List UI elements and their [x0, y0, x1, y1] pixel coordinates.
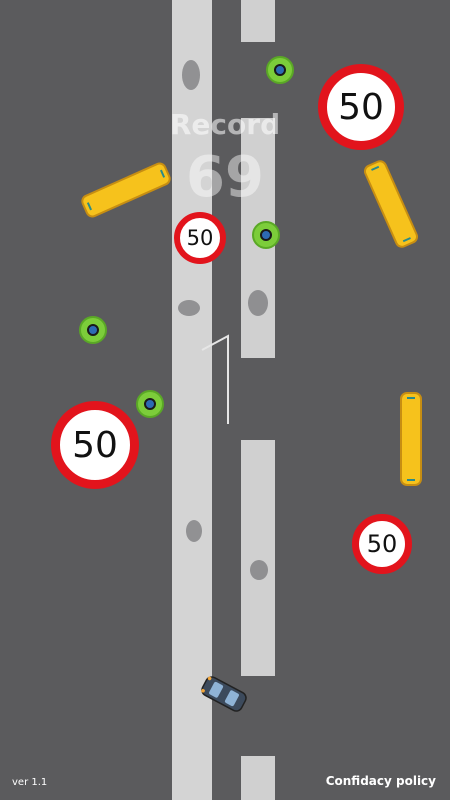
sign-text: 50: [366, 530, 398, 558]
sign-text: 50: [186, 226, 214, 250]
bonus-coin-icon: [252, 221, 280, 249]
bonus-coin-icon: [79, 316, 107, 344]
privacy-policy-link[interactable]: Confidacy policy: [326, 774, 436, 788]
speed-limit-sign: 50: [318, 64, 404, 150]
player-car[interactable]: [196, 672, 252, 716]
game-canvas[interactable]: Record 69 50 50 50 50 ver 1.1 Confidacy …: [0, 0, 450, 800]
sign-text: 50: [72, 424, 118, 466]
record-value: 69: [186, 145, 264, 210]
sign-text: 50: [338, 86, 384, 128]
version-label: ver 1.1: [12, 777, 48, 788]
record-label: Record: [169, 108, 281, 141]
speed-limit-sign: 50: [352, 514, 412, 574]
speed-limit-sign: 50: [174, 212, 226, 264]
speed-limit-sign: 50: [51, 401, 139, 489]
bonus-coin-icon: [136, 390, 164, 418]
bonus-coin-icon: [266, 56, 294, 84]
school-bus: [400, 392, 422, 486]
